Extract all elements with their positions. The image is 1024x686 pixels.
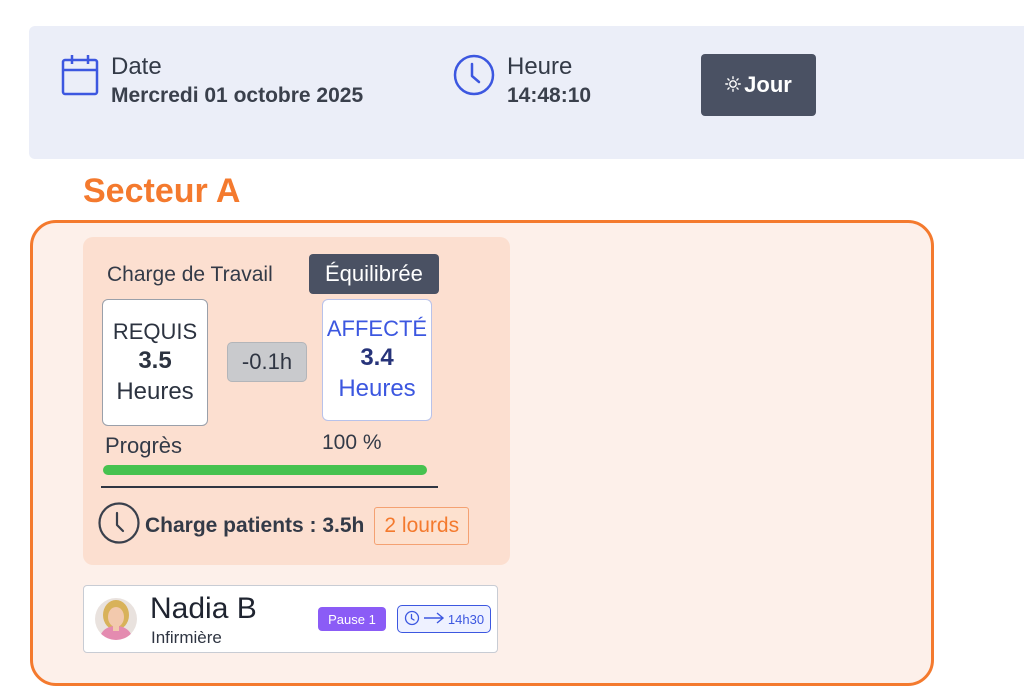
time-value: 14:48:10 [507,84,592,107]
progress-bar [103,465,427,475]
patient-load-row: Charge patients : 3.5h 2 lourds [97,501,470,550]
patient-load-text: Charge patients : 3.5h [145,513,365,537]
hours-difference-badge: -0.1h [227,342,307,382]
staff-card[interactable]: Nadia B Infirmière Pause 1 14h30 [83,585,498,653]
progress-fill [103,465,427,475]
day-mode-button[interactable]: Jour [701,54,816,116]
clock-icon [97,501,141,550]
status-badge: Équilibrée [309,254,439,294]
sun-icon [725,72,742,98]
required-value: 3.5 [138,346,172,374]
clock-icon [404,610,420,629]
time-block: Heure 14:48:10 [452,53,591,109]
assigned-unit: Heures [338,375,416,402]
staff-name: Nadia B [150,592,257,625]
workload-title: Charge de Travail [107,263,273,286]
clock-icon [452,53,496,102]
day-button-label: Jour [744,72,792,97]
progress-percent: 100 % [322,431,382,454]
assigned-value: 3.4 [360,344,394,371]
staff-role: Infirmière [151,628,222,647]
sector-title: Secteur A [83,172,241,210]
pause-badge: Pause 1 [318,607,386,631]
assigned-hours-card: AFFECTÉ 3.4 Heures [322,299,432,421]
progress-label: Progrès [105,433,183,458]
required-label: REQUIS [112,318,198,344]
divider [101,486,438,488]
workload-card: Charge de Travail Équilibrée REQUIS 3.5 … [83,237,510,565]
arrow-right-icon [423,611,445,627]
calendar-icon [60,53,100,102]
date-time-header: Date Mercredi 01 octobre 2025 Heure 14:4… [29,26,1024,159]
avatar [95,598,137,640]
required-hours-card: REQUIS 3.5 Heures [102,299,208,426]
date-value: Mercredi 01 octobre 2025 [111,84,364,107]
time-label: Heure [507,53,573,80]
date-block: Date Mercredi 01 octobre 2025 [60,53,363,109]
date-label: Date [111,53,162,80]
required-unit: Heures [116,377,194,405]
assigned-label: AFFECTÉ [326,316,428,341]
shift-end-time: 14h30 [447,611,485,627]
heavy-patients-badge: 2 lourds [374,506,470,545]
shift-end-badge: 14h30 [397,605,491,633]
